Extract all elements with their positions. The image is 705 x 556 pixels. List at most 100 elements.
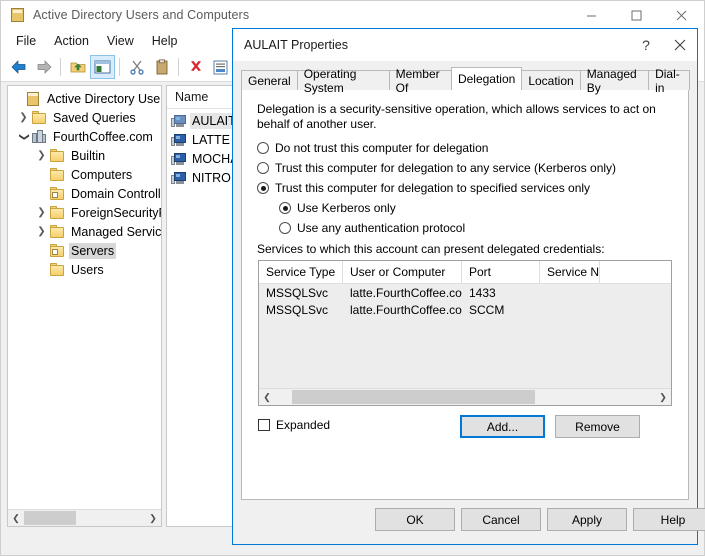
- close-icon[interactable]: [659, 1, 704, 29]
- tree-item-label: Domain Controlle: [71, 186, 161, 201]
- menu-view[interactable]: View: [98, 31, 143, 51]
- chevron-left-icon[interactable]: ❮: [259, 389, 275, 405]
- cell-port: 1433: [469, 285, 496, 300]
- tree-item-label: FourthCoffee.com: [53, 129, 153, 144]
- delete-icon[interactable]: [183, 55, 208, 79]
- console-book-icon: [25, 91, 41, 107]
- column-header-user-or-computer[interactable]: User or Computer: [343, 261, 462, 283]
- column-header-service-type[interactable]: Service Type: [259, 261, 343, 283]
- radio-do-not-trust[interactable]: Do not trust this computer for delegatio…: [257, 138, 674, 158]
- tab-general[interactable]: General: [241, 70, 298, 90]
- cell-user-or-computer: latte.FourthCoffee.com: [350, 302, 462, 317]
- tree-item-users[interactable]: Users: [8, 260, 161, 279]
- tree-item-label: Builtin: [71, 148, 106, 163]
- tree-item-fourthcoffee-com[interactable]: ❯ FourthCoffee.com: [8, 127, 161, 146]
- column-header-port[interactable]: Port: [462, 261, 540, 283]
- radio-label: Use any authentication protocol: [297, 221, 466, 235]
- column-header-service-name[interactable]: Service Na: [540, 261, 600, 283]
- cell-service-name: [540, 301, 600, 318]
- chevron-right-icon[interactable]: ❯: [34, 207, 49, 218]
- tree-item-foreignsecurityprincipals[interactable]: ❯ ForeignSecurityPr: [8, 203, 161, 222]
- list-item-label: LATTE: [192, 132, 230, 147]
- folder-icon: [49, 148, 65, 164]
- minimize-icon[interactable]: [569, 1, 614, 29]
- folder-icon: [31, 110, 47, 126]
- tree-item-root[interactable]: Active Directory Users an: [8, 89, 161, 108]
- cut-icon[interactable]: [124, 55, 149, 79]
- radio-trust-any-service[interactable]: Trust this computer for delegation to an…: [257, 158, 674, 178]
- help-question-icon[interactable]: ?: [629, 29, 663, 61]
- chevron-right-icon[interactable]: ❯: [16, 112, 31, 123]
- cell-port: SCCM: [469, 302, 505, 317]
- menu-help[interactable]: Help: [143, 31, 187, 51]
- table-row[interactable]: MSSQLSvc latte.FourthCoffee.com 1433: [259, 284, 671, 301]
- tree-item-servers[interactable]: Servers: [8, 241, 161, 260]
- tree-item-label: Managed Service: [71, 224, 161, 239]
- close-icon[interactable]: [663, 29, 697, 61]
- add-button[interactable]: Add...: [460, 415, 545, 438]
- help-button[interactable]: Help: [633, 508, 705, 531]
- radio-use-kerberos-only[interactable]: Use Kerberos only: [279, 198, 674, 218]
- delegation-description: Delegation is a security-sensitive opera…: [257, 102, 656, 131]
- dialog-title: AULAIT Properties: [244, 38, 348, 52]
- tree-horizontal-scrollbar[interactable]: ❮ ❯: [8, 509, 161, 526]
- tree-item-domain-controllers[interactable]: Domain Controlle: [8, 184, 161, 203]
- tab-member-of[interactable]: Member Of: [388, 67, 452, 95]
- radio-use-any-authentication-protocol[interactable]: Use any authentication protocol: [279, 218, 674, 238]
- scrollbar-track[interactable]: [275, 389, 655, 405]
- console-tree-pane: Active Directory Users an ❯ Saved Querie…: [7, 85, 162, 527]
- dialog-footer: OK Cancel Apply Help: [233, 500, 705, 544]
- dialog-titlebar: AULAIT Properties ?: [233, 29, 697, 61]
- apply-button[interactable]: Apply: [547, 508, 627, 531]
- up-folder-icon[interactable]: [65, 55, 90, 79]
- tree-item-managed-service-accounts[interactable]: ❯ Managed Service: [8, 222, 161, 241]
- tree-item-computers[interactable]: Computers: [8, 165, 161, 184]
- chevron-down-icon[interactable]: ❯: [19, 129, 30, 144]
- tree-item-label: ForeignSecurityPr: [71, 205, 161, 220]
- radio-trust-specified-services[interactable]: Trust this computer for delegation to sp…: [257, 178, 674, 198]
- table-row[interactable]: MSSQLSvc latte.FourthCoffee.com SCCM: [259, 301, 671, 318]
- chevron-right-icon[interactable]: ❯: [34, 150, 49, 161]
- properties-icon[interactable]: [208, 55, 233, 79]
- toolbar-separator: [119, 58, 120, 76]
- chevron-left-icon[interactable]: ❮: [8, 510, 24, 526]
- maximize-icon[interactable]: [614, 1, 659, 29]
- chevron-right-icon[interactable]: ❯: [34, 226, 49, 237]
- computer-icon: [171, 170, 187, 186]
- radio-button-icon: [257, 162, 269, 174]
- cell-service-type: MSSQLSvc: [266, 302, 329, 317]
- menu-action[interactable]: Action: [45, 31, 98, 51]
- expanded-checkbox[interactable]: Expanded: [258, 418, 330, 432]
- chevron-right-icon[interactable]: ❯: [655, 389, 671, 405]
- list-item-label: NITRO: [192, 170, 231, 185]
- forward-arrow-icon[interactable]: [31, 55, 56, 79]
- radio-button-icon: [257, 142, 269, 154]
- remove-button[interactable]: Remove: [555, 415, 640, 438]
- ok-button[interactable]: OK: [375, 508, 455, 531]
- tab-operating-system[interactable]: Operating System: [296, 67, 390, 95]
- tab-dial-in[interactable]: Dial-in: [648, 67, 691, 95]
- tree-item-saved-queries[interactable]: ❯ Saved Queries: [8, 108, 161, 127]
- services-list[interactable]: Service Type User or Computer Port Servi…: [258, 260, 672, 406]
- chevron-right-icon[interactable]: ❯: [145, 510, 161, 526]
- tab-managed-by[interactable]: Managed By: [579, 67, 650, 95]
- menu-file[interactable]: File: [7, 31, 45, 51]
- show-hide-console-tree-icon[interactable]: [90, 55, 115, 79]
- expanded-checkbox-label: Expanded: [276, 418, 331, 432]
- radio-label: Do not trust this computer for delegatio…: [275, 141, 489, 155]
- main-window-caption-buttons: [569, 1, 704, 29]
- console-book-icon: [10, 7, 26, 23]
- scrollbar-thumb[interactable]: [24, 511, 76, 525]
- services-horizontal-scrollbar[interactable]: ❮ ❯: [259, 388, 671, 405]
- scrollbar-thumb[interactable]: [292, 390, 535, 404]
- aulait-properties-dialog: AULAIT Properties ? General Operating Sy…: [232, 28, 705, 545]
- cancel-button[interactable]: Cancel: [461, 508, 541, 531]
- delegation-tab-panel: Delegation is a security-sensitive opera…: [241, 89, 689, 500]
- tab-location[interactable]: Location: [521, 70, 581, 90]
- tree-item-builtin[interactable]: ❯ Builtin: [8, 146, 161, 165]
- tab-delegation[interactable]: Delegation: [450, 67, 523, 90]
- folder-icon: [49, 262, 65, 278]
- back-arrow-icon[interactable]: [6, 55, 31, 79]
- scrollbar-track[interactable]: [24, 510, 145, 526]
- copy-icon[interactable]: [149, 55, 174, 79]
